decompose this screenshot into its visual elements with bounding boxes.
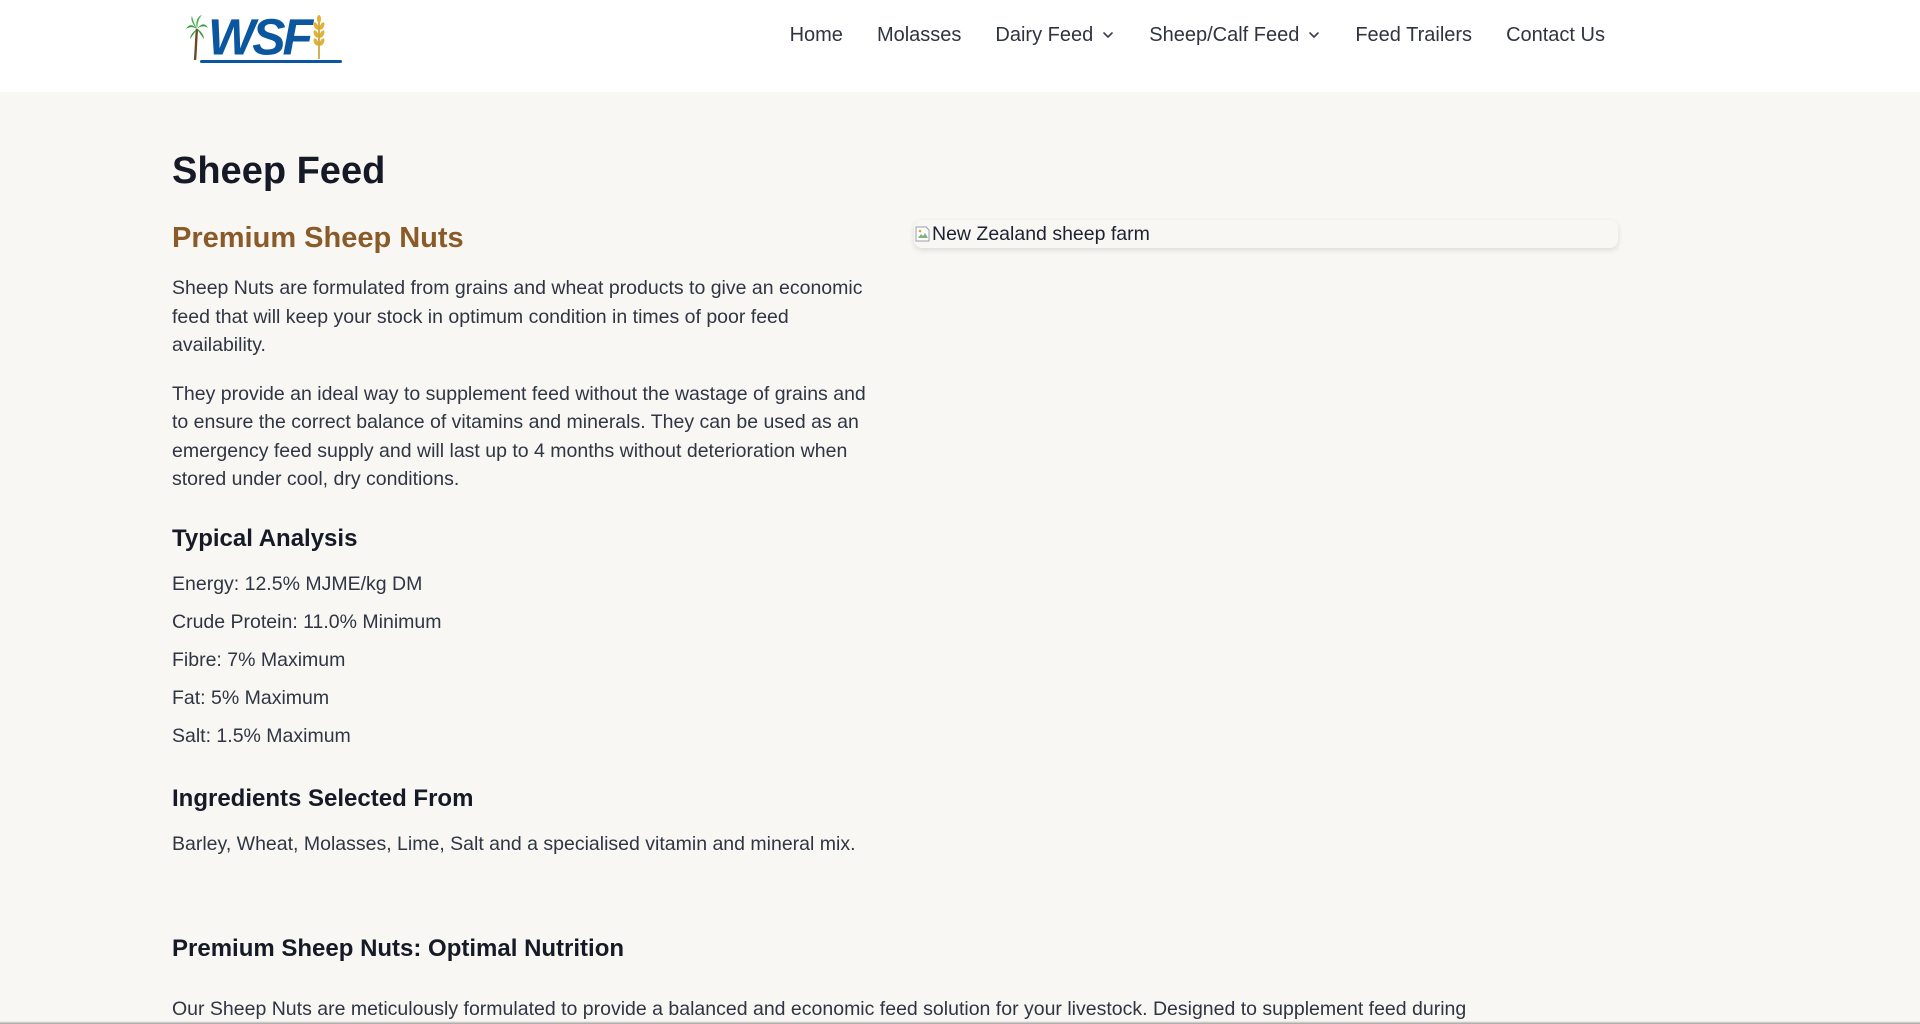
nav-item-dairy-feed[interactable]: Dairy Feed: [995, 24, 1115, 47]
nav-item-label: Sheep/Calf Feed: [1149, 23, 1300, 46]
site-logo[interactable]: WSF: [186, 8, 356, 66]
chevron-down-icon: [1309, 32, 1320, 38]
analysis-list: Energy: 12.5% MJME/kg DM Crude Protein: …: [172, 570, 877, 750]
main-content: Sheep Feed Premium Sheep Nuts Sheep Nuts…: [172, 92, 1622, 1024]
analysis-item: Salt: 1.5% Maximum: [172, 724, 351, 747]
nav-item-feed-trailers[interactable]: Feed Trailers: [1355, 24, 1472, 47]
nav-item-label: Home: [789, 23, 843, 46]
analysis-item: Energy: 12.5% MJME/kg DM: [172, 572, 423, 595]
product-subtitle: Premium Sheep Nuts: [172, 222, 464, 254]
analysis-heading: Typical Analysis: [172, 524, 358, 552]
nav-item-label: Dairy Feed: [995, 23, 1094, 46]
ingredients-heading: Ingredients Selected From: [172, 784, 474, 812]
nav-item-home[interactable]: Home: [790, 24, 843, 47]
main-nav: Home Molasses Dairy Feed Sheep/Calf Feed…: [790, 18, 1605, 52]
analysis-item: Fibre: 7% Maximum: [172, 648, 346, 671]
nav-item-label: Feed Trailers: [1355, 23, 1473, 46]
nav-item-label: Contact Us: [1506, 23, 1605, 46]
page-title: Sheep Feed: [172, 150, 386, 192]
palm-tree-icon: [186, 15, 208, 61]
logo-underline: [200, 60, 342, 63]
chevron-down-icon: [1103, 32, 1114, 38]
nav-item-label: Molasses: [876, 23, 962, 46]
description-paragraph: Sheep Nuts are formulated from grains an…: [172, 277, 863, 356]
logo-text: WSF: [208, 8, 313, 66]
analysis-item: Crude Protein: 11.0% Minimum: [172, 610, 442, 633]
nav-item-molasses[interactable]: Molasses: [877, 24, 961, 47]
ingredients-text: Barley, Wheat, Molasses, Lime, Salt and …: [172, 832, 856, 855]
nav-item-sheep-calf-feed[interactable]: Sheep/Calf Feed: [1149, 24, 1321, 47]
product-description: Premium Sheep Nuts Sheep Nuts are formul…: [172, 220, 877, 878]
image-alt-text: New Zealand sheep farm: [932, 222, 1150, 245]
sheep-farm-image: New Zealand sheep farm: [914, 220, 1618, 248]
optimal-nutrition-text: Our Sheep Nuts are meticulously formulat…: [172, 998, 1467, 1020]
broken-image-icon: [915, 226, 930, 242]
wheat-icon: [313, 15, 325, 59]
description-paragraph: They provide an ideal way to supplement …: [172, 382, 866, 491]
analysis-item: Fat: 5% Maximum: [172, 686, 330, 709]
optimal-nutrition-heading: Premium Sheep Nuts: Optimal Nutrition: [172, 935, 625, 962]
nav-item-contact-us[interactable]: Contact Us: [1506, 24, 1605, 47]
site-header: WSF Home Molasses Dairy Feed Sheep/Calf: [0, 0, 1920, 92]
